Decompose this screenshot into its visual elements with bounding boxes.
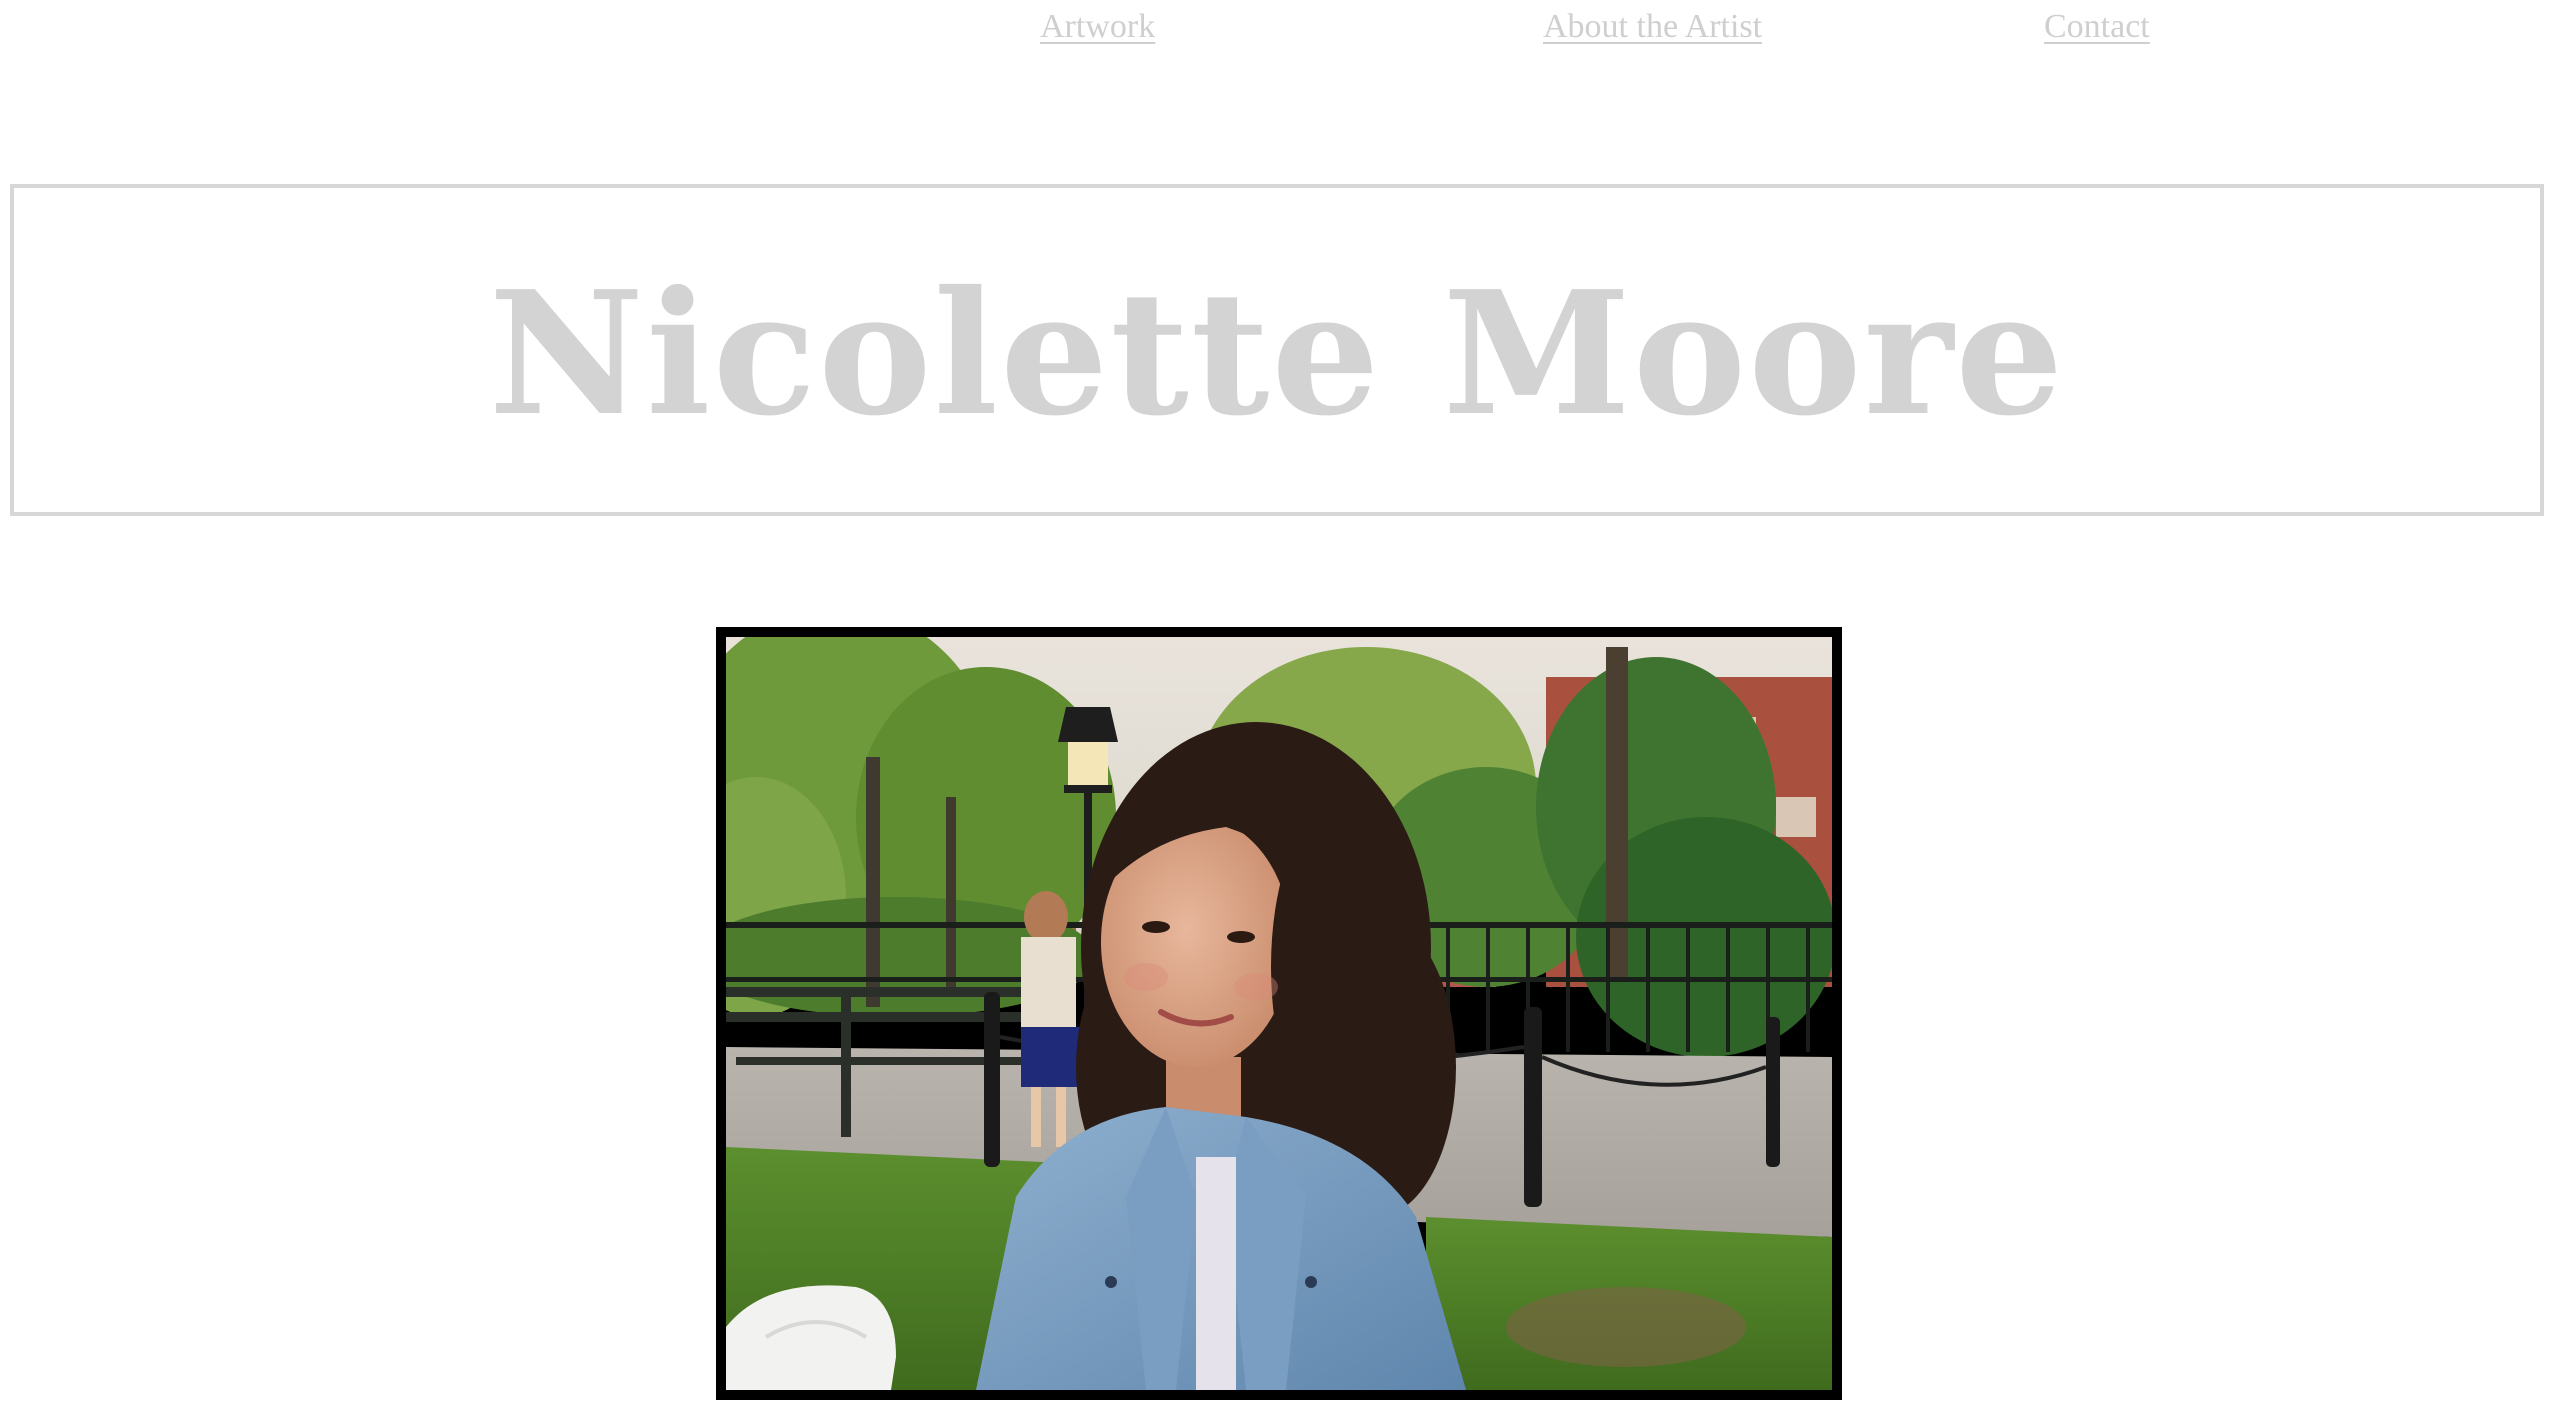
artist-photo-frame <box>716 627 1842 1400</box>
artist-portrait-photo <box>726 637 1832 1390</box>
nav-link-artwork[interactable]: Artwork <box>1040 8 1155 46</box>
nav-link-about-the-artist[interactable]: About the Artist <box>1543 8 1762 46</box>
page: Artwork About the Artist Contact Nicolet… <box>0 0 2554 1426</box>
site-title: Nicolette Moore <box>488 254 2066 454</box>
name-banner: Nicolette Moore <box>10 184 2544 516</box>
nav-link-contact[interactable]: Contact <box>2044 8 2150 46</box>
